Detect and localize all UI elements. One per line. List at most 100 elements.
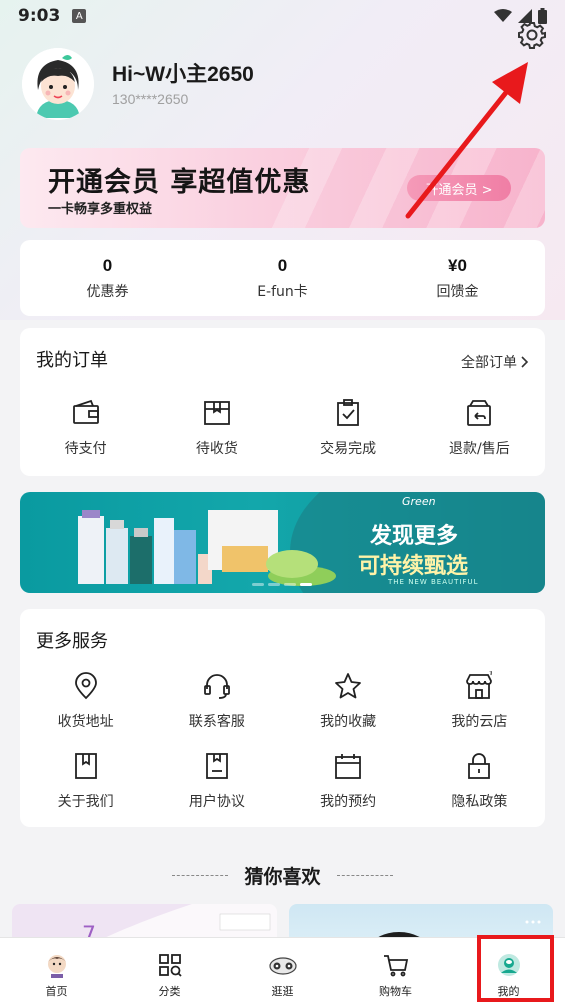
notification-a-icon: A — [72, 9, 87, 23]
stat-coupons[interactable]: 0 优惠券 — [20, 240, 195, 316]
stat-label: 优惠券 — [86, 283, 129, 300]
stat-efun-card[interactable]: 0 E-fun卡 — [195, 240, 370, 316]
open-membership-button[interactable]: 开通会员 > — [407, 175, 511, 201]
service-favorites[interactable]: 我的收藏 — [283, 671, 414, 731]
chevron-right-icon — [521, 356, 529, 368]
status-bar: 9:03 A — [0, 0, 565, 32]
tab-label: 逛逛 — [271, 985, 294, 998]
stat-label: E-fun卡 — [257, 283, 308, 300]
order-label: 待支付 — [64, 441, 107, 457]
promo-headline: 发现更多 — [370, 524, 459, 549]
service-label: 我的预约 — [320, 794, 377, 810]
services-row-2: 关于我们 用户协议 我的预约 隐私政策 — [20, 751, 545, 811]
wallet-stats: 0 优惠券 0 E-fun卡 ¥0 回馈金 — [20, 240, 545, 316]
service-label: 收货地址 — [57, 714, 114, 730]
service-customer-support[interactable]: 联系客服 — [151, 671, 282, 731]
services-section: 更多服务 收货地址 联系客服 我的收藏 我的云店 关于我们 用户协议 我的预约 … — [20, 609, 545, 827]
package-icon — [203, 401, 230, 425]
service-appointments[interactable]: 我的预约 — [283, 751, 414, 811]
member-subtitle: 一卡畅享多重权益 — [48, 202, 153, 217]
profile-icon — [497, 954, 520, 976]
order-label: 待收货 — [195, 441, 238, 457]
service-label: 用户协议 — [188, 794, 245, 810]
divider — [172, 875, 229, 876]
order-label: 退款/售后 — [449, 441, 510, 457]
tab-label: 我的 — [497, 985, 520, 998]
cart-icon — [383, 955, 408, 977]
stat-label: 回馈金 — [436, 283, 479, 300]
order-to-receive[interactable]: 待收货 — [151, 398, 282, 458]
skincare-products-image — [78, 510, 336, 586]
stat-value: 0 — [277, 255, 288, 275]
member-banner[interactable]: 开通会员 享超值优惠 一卡畅享多重权益 开通会员 > — [20, 148, 545, 228]
settings-gear-icon[interactable] — [517, 20, 547, 50]
home-mascot-icon — [47, 955, 66, 978]
stat-rebate[interactable]: ¥0 回馈金 — [370, 240, 545, 316]
tab-label: 分类 — [158, 985, 181, 998]
headset-icon — [203, 674, 230, 699]
service-user-agreement[interactable]: 用户协议 — [151, 751, 282, 811]
order-refund[interactable]: 退款/售后 — [414, 398, 545, 458]
recommendations-title: 猜你喜欢 — [244, 866, 321, 888]
document-icon — [205, 753, 228, 779]
carousel-indicator — [252, 583, 312, 586]
all-orders-link[interactable]: 全部订单 — [461, 352, 529, 372]
avatar-illustration — [22, 48, 94, 120]
service-address[interactable]: 收货地址 — [20, 671, 151, 731]
status-time: 9:03 — [18, 6, 61, 26]
orders-section: 我的订单 全部订单 待支付 待收货 交易完成 退款/售后 — [20, 328, 545, 476]
orders-row: 待支付 待收货 交易完成 退款/售后 — [20, 398, 545, 458]
username[interactable]: Hi~W小主2650 — [112, 58, 254, 88]
carousel-dot — [252, 583, 264, 586]
tab-explore[interactable]: 逛逛 — [226, 938, 339, 1004]
user-phone: 130****2650 — [112, 91, 189, 107]
stat-value: ¥0 — [448, 255, 467, 275]
return-box-icon — [467, 400, 492, 426]
tab-label: 购物车 — [379, 985, 412, 998]
order-label: 交易完成 — [320, 441, 377, 457]
stat-value: 0 — [102, 255, 113, 275]
order-completed[interactable]: 交易完成 — [283, 398, 414, 458]
service-label: 联系客服 — [188, 714, 245, 730]
service-cloud-store[interactable]: 我的云店 — [414, 671, 545, 731]
divider — [336, 875, 393, 876]
location-icon — [74, 672, 97, 700]
tab-home[interactable]: 首页 — [0, 938, 113, 1004]
orders-title: 我的订单 — [36, 350, 108, 371]
green-logo: Green — [402, 495, 436, 508]
services-row-1: 收货地址 联系客服 我的收藏 我的云店 — [20, 671, 545, 731]
wallet-icon — [72, 399, 99, 424]
explore-icon — [268, 957, 297, 975]
wifi-icon — [494, 9, 512, 22]
member-title: 开通会员 享超值优惠 — [48, 167, 311, 198]
order-pending-payment[interactable]: 待支付 — [20, 398, 151, 458]
carousel-dot — [268, 583, 280, 586]
promo-banner[interactable]: Green 发现更多 可持续甄选 THE NEW BEAUTIFUL — [20, 492, 545, 593]
category-grid-icon — [158, 954, 182, 977]
service-label: 我的云店 — [451, 714, 508, 730]
all-orders-label: 全部订单 — [461, 355, 517, 371]
bottom-tab-bar: 首页 分类 逛逛 购物车 我的 — [0, 937, 565, 1004]
tab-profile[interactable]: 我的 — [452, 938, 565, 1004]
star-icon — [335, 673, 362, 699]
promo-subheadline: 可持续甄选 — [358, 554, 469, 579]
calendar-icon — [335, 754, 362, 779]
recommendations-header: 猜你喜欢 — [0, 862, 565, 889]
service-label: 关于我们 — [57, 794, 114, 810]
tab-label: 首页 — [45, 985, 68, 998]
clipboard-check-icon — [337, 399, 360, 426]
promo-tagline: THE NEW BEAUTIFUL — [388, 578, 479, 586]
services-title: 更多服务 — [36, 631, 108, 652]
service-privacy-policy[interactable]: 隐私政策 — [414, 751, 545, 811]
store-icon — [466, 671, 493, 699]
service-label: 我的收藏 — [320, 714, 377, 730]
lock-icon — [468, 753, 491, 779]
service-label: 隐私政策 — [451, 794, 508, 810]
service-about-us[interactable]: 关于我们 — [20, 751, 151, 811]
tab-cart[interactable]: 购物车 — [339, 938, 452, 1004]
tab-category[interactable]: 分类 — [113, 938, 226, 1004]
carousel-dot — [284, 583, 296, 586]
avatar[interactable] — [22, 48, 94, 120]
carousel-dot-active — [300, 583, 312, 586]
bookmark-icon — [74, 753, 97, 779]
